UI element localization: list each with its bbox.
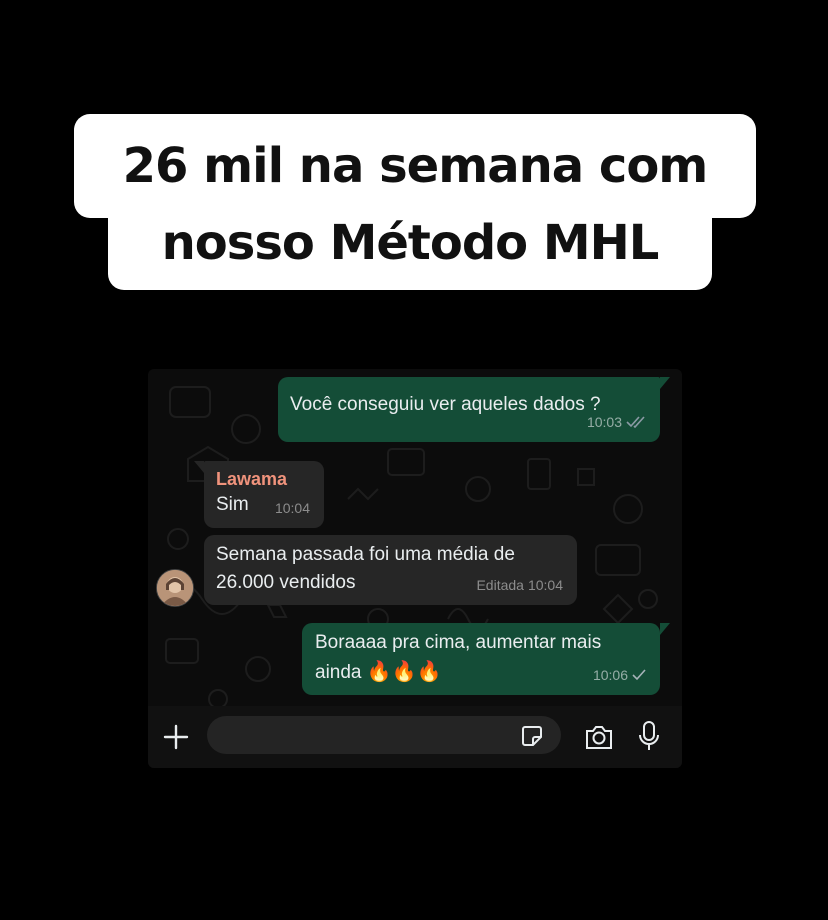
message-text: Sim [216, 494, 249, 515]
message-text-line-1: Semana passada foi uma média de [216, 544, 515, 565]
message-composer [148, 706, 682, 768]
message-bubble-outgoing[interactable]: Você conseguiu ver aqueles dados ? 10:03 [278, 377, 660, 442]
message-input[interactable] [207, 716, 561, 754]
edited-label: Editada [476, 577, 524, 593]
avatar[interactable] [156, 569, 194, 607]
message-meta: Editada 10:04 [476, 571, 563, 599]
avatar-photo-icon [157, 570, 193, 606]
message-time: 10:04 [527, 577, 563, 593]
message-time: 10:04 [274, 500, 310, 516]
camera-icon[interactable] [584, 723, 614, 751]
check-icon [632, 669, 646, 681]
caption-line-2: nosso Método MHL [161, 215, 660, 271]
plus-icon[interactable] [162, 723, 190, 751]
bubble-tail [660, 377, 670, 389]
message-bubble-outgoing[interactable]: Boraaaa pra cima, aumentar mais ainda 🔥🔥… [302, 623, 660, 695]
bubble-tail [660, 623, 670, 635]
message-meta: 10:03 [587, 408, 646, 436]
message-bubble-incoming[interactable]: Semana passada foi uma média de 26.000 v… [204, 535, 577, 605]
sticker-icon[interactable] [520, 724, 544, 748]
message-meta: 10:04 [275, 494, 310, 522]
message-time: 10:03 [586, 414, 622, 430]
message-time: 10:06 [592, 667, 628, 683]
caption-line-2-box: nosso Método MHL [108, 196, 712, 290]
message-meta: 10:06 [593, 661, 646, 689]
microphone-icon[interactable] [638, 720, 660, 752]
message-text: Você conseguiu ver aqueles dados ? [290, 394, 601, 415]
message-bubble-incoming[interactable]: Lawama Sim 10:04 [204, 461, 324, 528]
message-text-line-1: Boraaaa pra cima, aumentar mais [315, 632, 602, 653]
caption-line-1: 26 mil na semana com [122, 138, 709, 194]
message-text-line-2: ainda [315, 662, 362, 683]
chat-window: Você conseguiu ver aqueles dados ? 10:03… [148, 369, 682, 768]
sender-name: Lawama [216, 469, 288, 489]
double-check-icon [626, 416, 646, 428]
bubble-tail [194, 461, 204, 473]
fire-emoji-icon: 🔥🔥🔥 [366, 659, 442, 683]
